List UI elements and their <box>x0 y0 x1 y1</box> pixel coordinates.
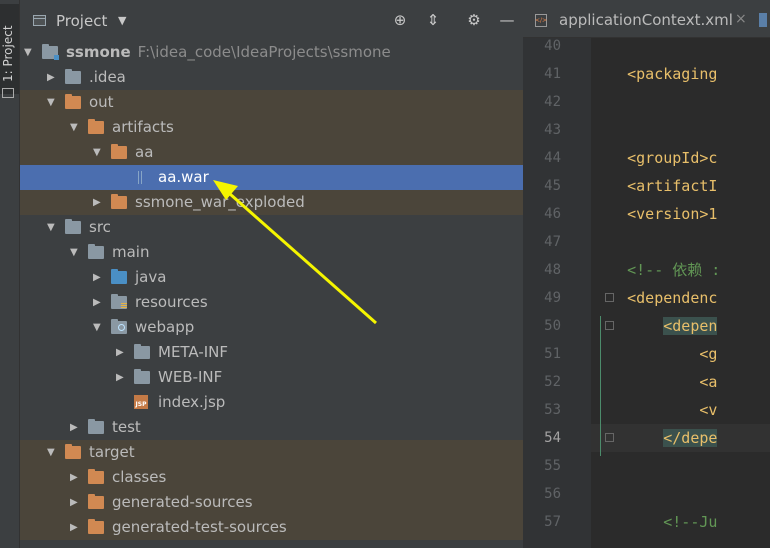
annotation-arrow <box>213 180 377 325</box>
